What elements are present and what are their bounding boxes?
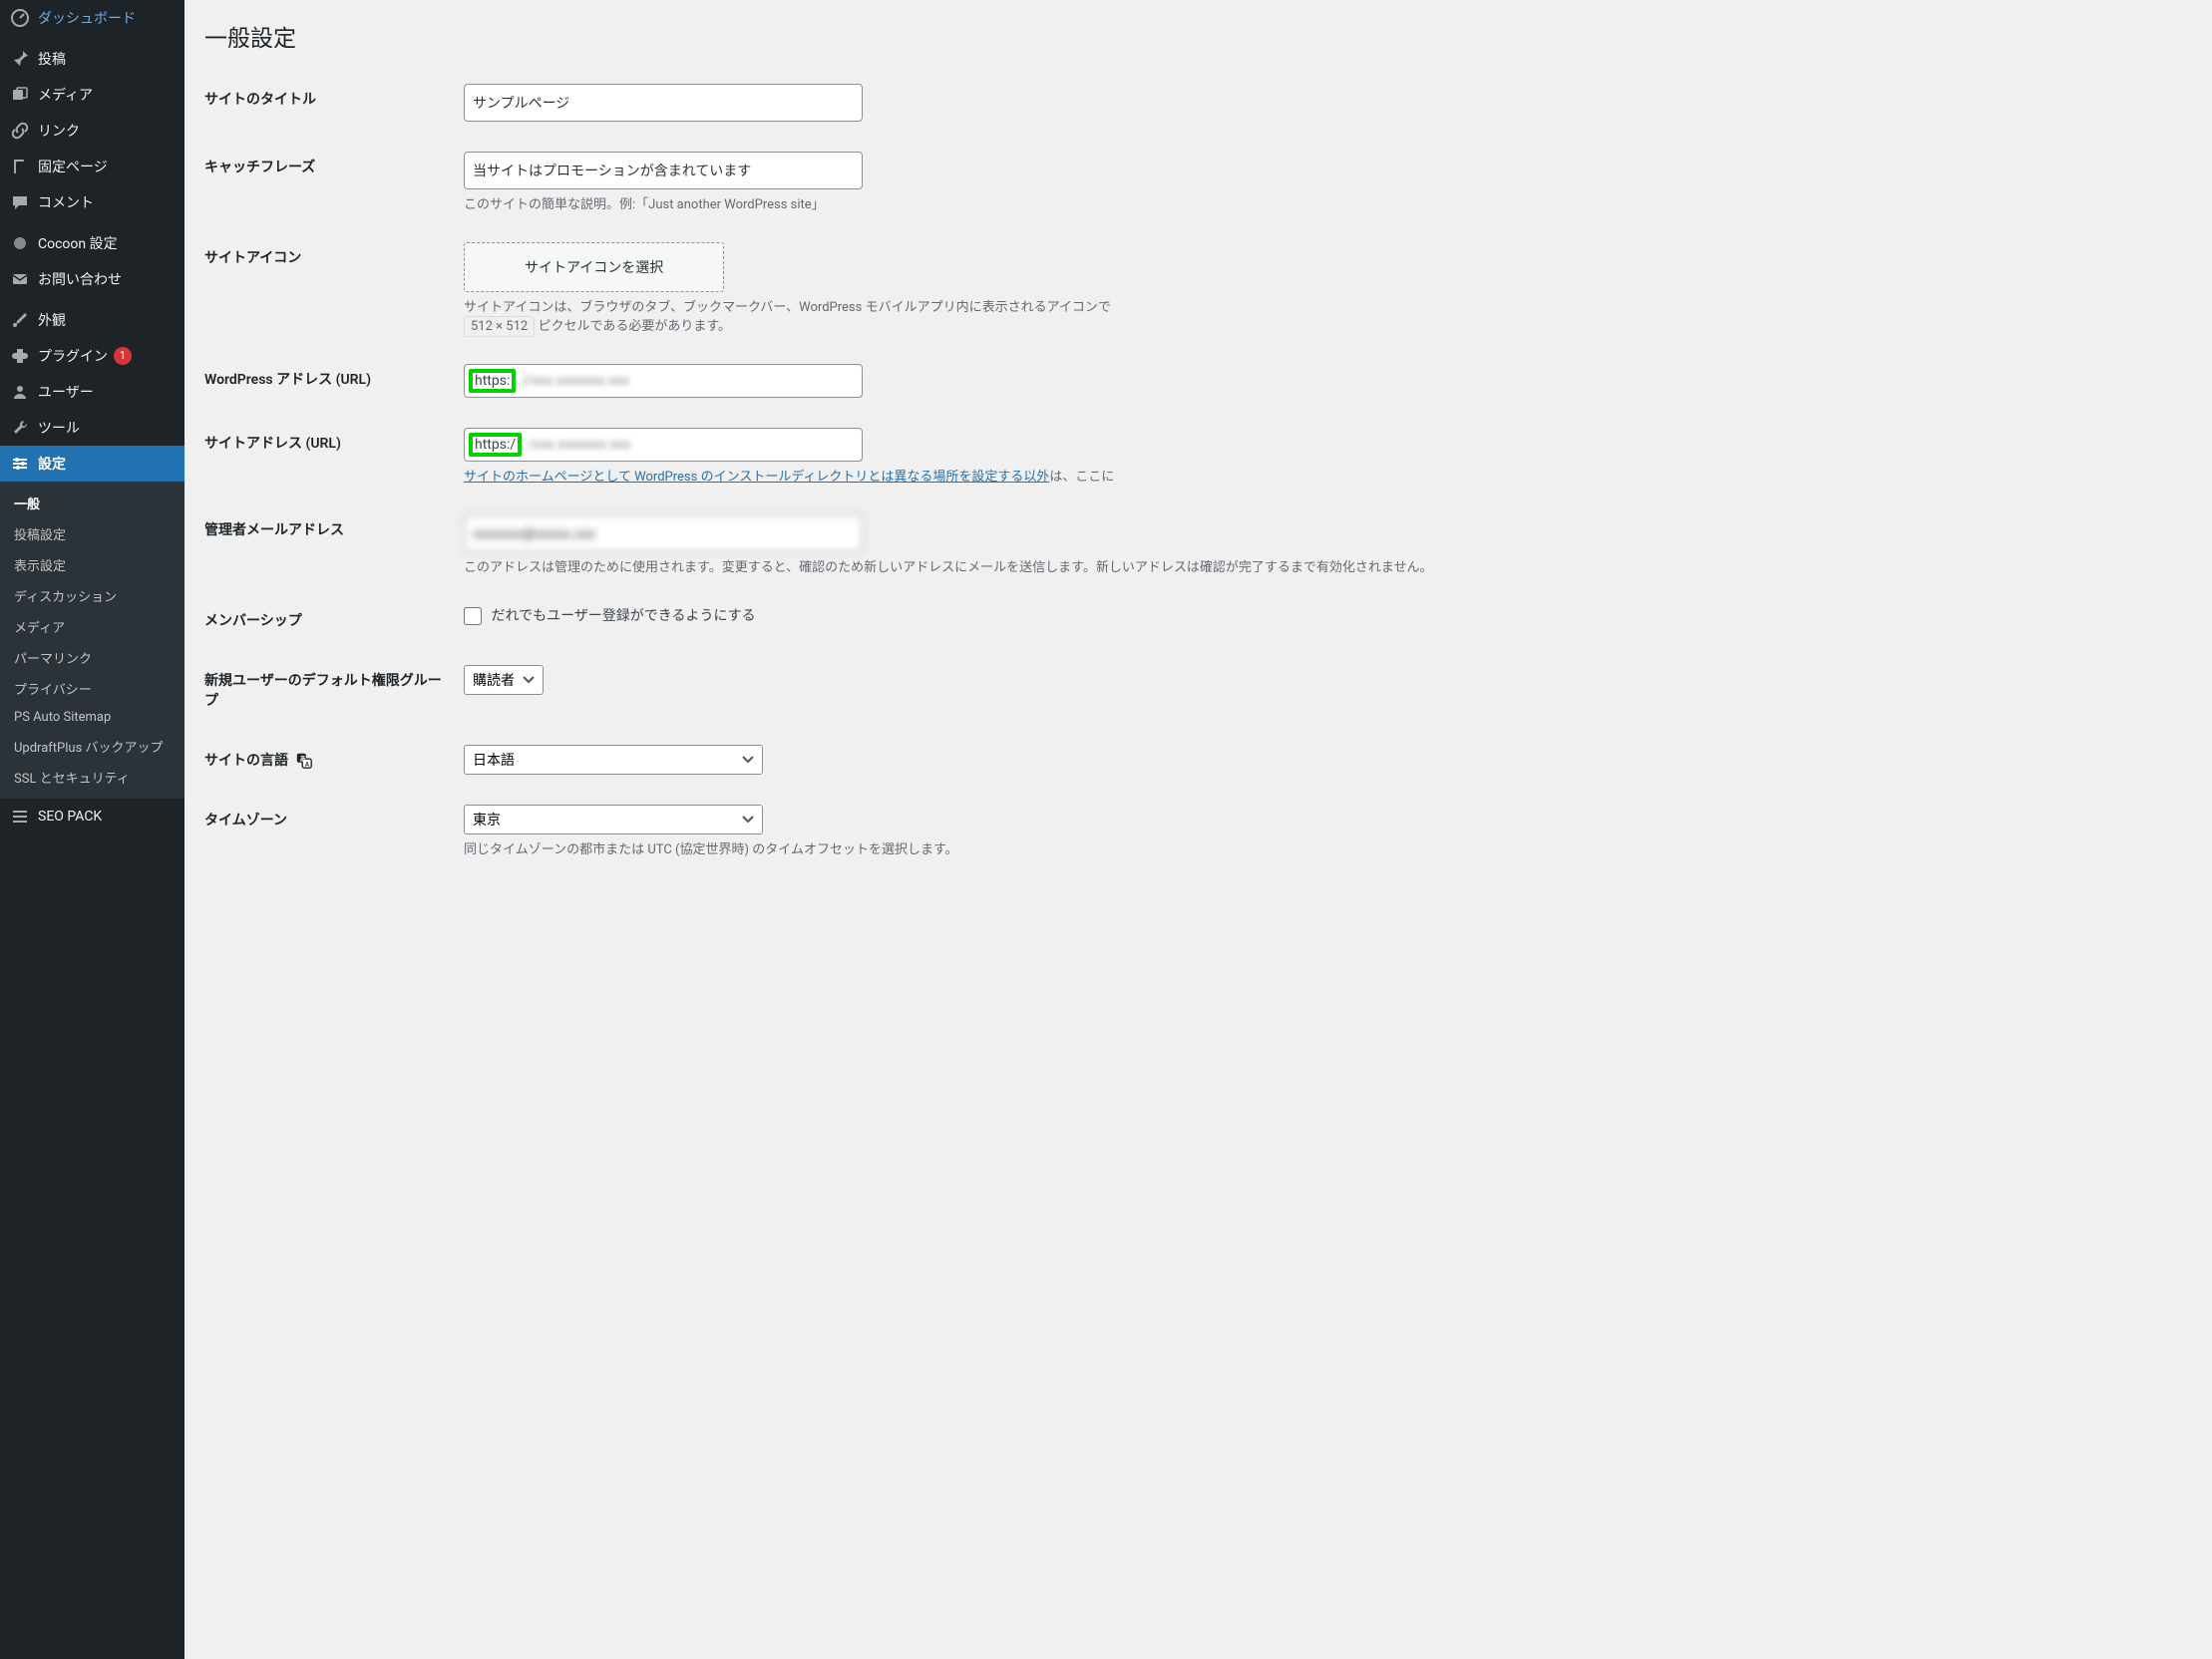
sidebar-label: SEO PACK — [38, 809, 102, 825]
language-label: サイトの言語 あA — [204, 730, 454, 790]
sidebar-item-seopack[interactable]: SEO PACK — [0, 799, 184, 834]
sidebar-label: お問い合わせ — [38, 269, 122, 289]
tagline-desc: このサイトの簡単な説明。例:「Just another WordPress si… — [464, 193, 2182, 212]
sidebar-item-dashboard[interactable]: ダッシュボード — [0, 0, 184, 36]
settings-icon — [10, 454, 30, 474]
sidebar-item-tools[interactable]: ツール — [0, 410, 184, 446]
sidebar-item-comments[interactable]: コメント — [0, 184, 184, 220]
wrench-icon — [10, 418, 30, 438]
admin-email-input[interactable] — [464, 514, 863, 552]
sidebar-label: 固定ページ — [38, 157, 108, 176]
timezone-label: タイムゾーン — [204, 790, 454, 872]
submenu-writing[interactable]: 投稿設定 — [0, 518, 184, 549]
list-icon — [10, 807, 30, 827]
language-select[interactable]: 日本語 — [464, 745, 763, 775]
sidebar-label: ダッシュボード — [38, 8, 136, 28]
sidebar-label: 設定 — [38, 454, 66, 474]
timezone-select[interactable]: 東京 — [464, 805, 763, 834]
circle-icon — [10, 233, 30, 253]
site-title-label: サイトのタイトル — [204, 69, 454, 137]
sidebar-item-media[interactable]: メディア — [0, 77, 184, 113]
timezone-desc: 同じタイムゾーンの都市または UTC (協定世界時) のタイムオフセットを選択し… — [464, 838, 2182, 857]
submenu-permalinks[interactable]: パーマリンク — [0, 642, 184, 673]
brush-icon — [10, 310, 30, 330]
submenu-privacy[interactable]: プライバシー — [0, 673, 184, 704]
settings-form: サイトのタイトル キャッチフレーズ このサイトの簡単な説明。例:「Just an… — [204, 69, 2192, 872]
wpurl-input[interactable]: https: //xxx.xxxxxxx.xxx — [464, 364, 863, 398]
sidebar-item-settings[interactable]: 設定 — [0, 446, 184, 482]
user-icon — [10, 382, 30, 402]
sidebar-label: ユーザー — [38, 382, 94, 402]
site-icon-label: サイトアイコン — [204, 227, 454, 349]
plugin-icon — [10, 346, 30, 366]
wpurl-label: WordPress アドレス (URL) — [204, 349, 454, 413]
tagline-input[interactable] — [464, 152, 863, 189]
admin-email-label: 管理者メールアドレス — [204, 499, 454, 590]
sidebar-label: リンク — [38, 121, 80, 141]
siteurl-rest: /xxx.xxxxxxx.xxx — [528, 437, 630, 453]
siteurl-label: サイトアドレス (URL) — [204, 413, 454, 499]
link-icon — [10, 121, 30, 141]
site-title-input[interactable] — [464, 84, 863, 122]
page-title: 一般設定 — [204, 10, 2192, 57]
pin-icon — [10, 49, 30, 69]
https-highlight: https: — [469, 369, 516, 393]
sidebar-item-plugins[interactable]: プラグイン 1 — [0, 338, 184, 374]
admin-sidebar: ダッシュボード 投稿 メディア リンク 固定ページ コメント Cocoon 設定… — [0, 0, 184, 1659]
media-icon — [10, 85, 30, 105]
tagline-label: キャッチフレーズ — [204, 137, 454, 227]
submenu-general[interactable]: 一般 — [0, 488, 184, 518]
sidebar-label: Cocoon 設定 — [38, 233, 118, 253]
siteurl-help-link[interactable]: サイトのホームページとして WordPress のインストールディレクトリとは異… — [464, 470, 1049, 485]
settings-submenu: 一般 投稿設定 表示設定 ディスカッション メディア パーマリンク プライバシー… — [0, 482, 184, 799]
submenu-updraft[interactable]: UpdraftPlus バックアップ — [0, 731, 184, 762]
sidebar-item-contact[interactable]: お問い合わせ — [0, 261, 184, 297]
translate-icon: あA — [291, 753, 313, 769]
sidebar-label: プラグイン — [38, 346, 108, 366]
siteurl-desc: サイトのホームページとして WordPress のインストールディレクトリとは異… — [464, 466, 2182, 485]
submenu-discussion[interactable]: ディスカッション — [0, 580, 184, 611]
submenu-ps-sitemap[interactable]: PS Auto Sitemap — [0, 704, 184, 731]
size-pill: 512 × 512 — [464, 316, 535, 337]
sidebar-label: ツール — [38, 418, 80, 438]
default-role-label: 新規ユーザーのデフォルト権限グループ — [204, 650, 454, 730]
sidebar-item-posts[interactable]: 投稿 — [0, 41, 184, 77]
admin-email-desc: このアドレスは管理のために使用されます。変更すると、確認のため新しいアドレスにメ… — [464, 556, 2182, 575]
sidebar-label: 外観 — [38, 310, 66, 330]
mail-icon — [10, 269, 30, 289]
submenu-reading[interactable]: 表示設定 — [0, 549, 184, 580]
wpurl-rest: //xxx.xxxxxxx.xxx — [522, 373, 629, 389]
siteurl-input[interactable]: https:/ /xxx.xxxxxxx.xxx — [464, 428, 863, 462]
dashboard-icon — [10, 8, 30, 28]
update-badge: 1 — [114, 347, 132, 365]
default-role-select[interactable]: 購読者 — [464, 665, 544, 695]
sidebar-item-links[interactable]: リンク — [0, 113, 184, 149]
site-icon-desc: サイトアイコンは、ブラウザのタブ、ブックマークバー、WordPress モバイル… — [464, 296, 2182, 334]
page-icon — [10, 157, 30, 176]
https-highlight: https:/ — [469, 433, 522, 457]
sidebar-item-cocoon[interactable]: Cocoon 設定 — [0, 225, 184, 261]
sidebar-item-pages[interactable]: 固定ページ — [0, 149, 184, 184]
sidebar-label: メディア — [38, 85, 93, 105]
membership-label: メンバーシップ — [204, 590, 454, 650]
sidebar-item-appearance[interactable]: 外観 — [0, 302, 184, 338]
site-icon-select-button[interactable]: サイトアイコンを選択 — [464, 242, 724, 292]
submenu-media[interactable]: メディア — [0, 611, 184, 642]
membership-checkbox[interactable] — [464, 607, 482, 625]
sidebar-label: コメント — [38, 192, 94, 212]
main-content: 一般設定 サイトのタイトル キャッチフレーズ このサイトの簡単な説明。例:「Ju… — [184, 0, 2212, 1659]
comment-icon — [10, 192, 30, 212]
sidebar-label: 投稿 — [38, 49, 66, 69]
membership-checkbox-label[interactable]: だれでもユーザー登録ができるようにする — [464, 608, 756, 624]
submenu-ssl[interactable]: SSL とセキュリティ — [0, 762, 184, 793]
sidebar-item-users[interactable]: ユーザー — [0, 374, 184, 410]
